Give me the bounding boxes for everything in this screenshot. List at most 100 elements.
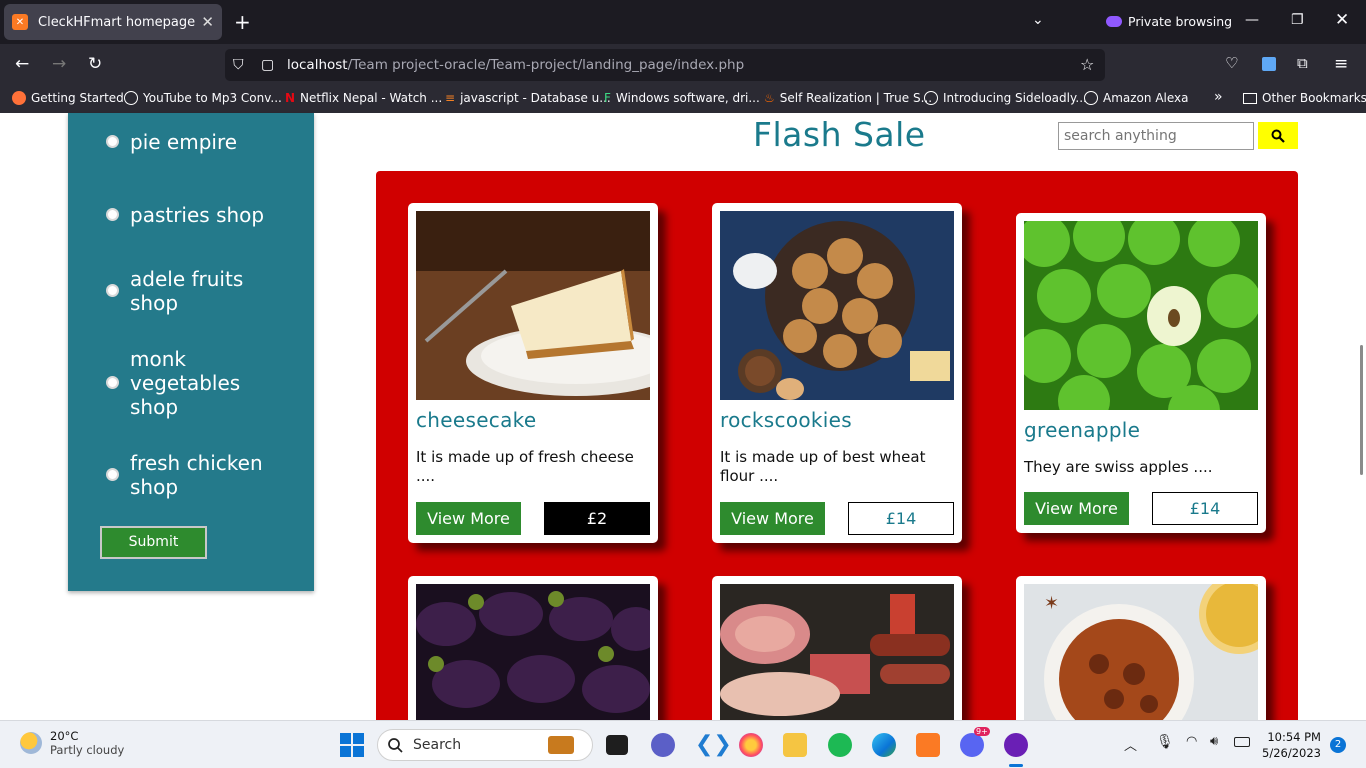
private-mask-icon	[1106, 16, 1122, 27]
radio-button[interactable]	[106, 468, 119, 481]
notification-badge[interactable]: 2	[1330, 737, 1346, 753]
other-bookmarks[interactable]: Other Bookmarks	[1243, 91, 1366, 105]
chat-icon[interactable]	[651, 733, 675, 757]
globe-icon	[1084, 91, 1098, 105]
shop-label: fresh chicken shop	[130, 451, 263, 499]
product-card: cheesecake It is made up of fresh cheese…	[408, 203, 658, 543]
windows-start-icon[interactable]	[340, 733, 364, 757]
stackoverflow-icon: ≡	[445, 91, 456, 105]
bookmark-item[interactable]: Amazon Alexa	[1084, 91, 1188, 105]
show-hidden-icons[interactable]: ︿	[1124, 735, 1137, 754]
softpedia-icon: F	[604, 91, 611, 105]
curry-image[interactable]: ✶	[1024, 584, 1258, 720]
bookmark-label: Getting Started	[31, 91, 124, 105]
meat-image[interactable]	[720, 584, 954, 720]
weather-widget[interactable]: 20°C Partly cloudy	[20, 729, 124, 757]
firefox-icon	[12, 91, 26, 105]
svg-text:✶: ✶	[1044, 593, 1059, 614]
edge-icon[interactable]	[872, 733, 896, 757]
bookmark-item[interactable]: ≡ javascript - Database u...	[445, 91, 611, 105]
private-label: Private browsing	[1128, 14, 1233, 29]
cheesecake-image[interactable]	[416, 211, 650, 400]
bookmark-label: Netflix Nepal - Watch ...	[300, 91, 443, 105]
greenapple-image[interactable]	[1024, 221, 1258, 410]
taskbar-search[interactable]: Search	[377, 729, 593, 761]
product-name[interactable]: rockscookies	[720, 408, 852, 432]
product-card: ✶	[1016, 576, 1266, 736]
taskbar-search-label: Search	[413, 737, 462, 753]
product-name[interactable]: greenapple	[1024, 418, 1140, 442]
firefox-icon[interactable]	[739, 733, 763, 757]
bookmark-item[interactable]: Introducing Sideloadly...	[924, 91, 1087, 105]
window-close-icon[interactable]: ✕	[1335, 10, 1349, 30]
bookmark-item[interactable]: YouTube to Mp3 Conv...	[124, 91, 282, 105]
new-tab-icon[interactable]: +	[234, 10, 251, 34]
more-bookmarks-icon[interactable]: »	[1214, 89, 1223, 105]
file-explorer-icon[interactable]	[783, 733, 807, 757]
briefcase-icon	[548, 736, 574, 754]
minimize-icon[interactable]: —	[1245, 12, 1259, 28]
view-more-button[interactable]: View More	[1024, 492, 1129, 525]
private-browsing-indicator: Private browsing	[1106, 14, 1232, 29]
search-icon	[388, 738, 403, 753]
radio-button[interactable]	[106, 208, 119, 221]
volume-icon[interactable]: 🔊︎	[1210, 734, 1218, 749]
system-clock[interactable]: 10:54 PM 5/26/2023	[1262, 729, 1321, 761]
browser-tab[interactable]: ✕ CleckHFmart homepage ✕	[4, 4, 222, 40]
shop-label: adele fruits shop	[130, 267, 244, 315]
shop-label: pie empire	[130, 130, 238, 154]
list-tabs-icon[interactable]: ⌄	[1032, 12, 1044, 28]
radio-button[interactable]	[106, 376, 119, 389]
bookmark-item[interactable]: N Netflix Nepal - Watch ...	[285, 91, 442, 105]
xampp-icon[interactable]	[916, 733, 940, 757]
spotify-icon[interactable]	[828, 733, 852, 757]
bookmark-item[interactable]: ♨ Self Realization | True S...	[764, 91, 932, 105]
bookmark-label: Amazon Alexa	[1103, 91, 1189, 105]
netflix-icon: N	[285, 91, 296, 105]
shield-icon[interactable]: ⛉	[233, 57, 244, 73]
firefox-private-icon[interactable]	[1004, 733, 1028, 757]
task-view-icon[interactable]	[606, 735, 628, 755]
bookmark-item[interactable]: Getting Started	[12, 91, 124, 105]
url-bar[interactable]: ⛉ ▢ localhost/Team project-oracle/Team-p…	[225, 49, 1105, 81]
weather-temp: 20°C	[50, 729, 79, 743]
restore-icon[interactable]: ❐	[1291, 12, 1304, 28]
product-card: greenapple They are swiss apples .... Vi…	[1016, 213, 1266, 533]
search-button[interactable]	[1258, 122, 1298, 149]
view-more-button[interactable]: View More	[416, 502, 521, 535]
windows-taskbar: 20°C Partly cloudy Search ❮❯ 9+ ︿ 🎙︎ ◠ 🔊︎…	[0, 720, 1366, 768]
close-tab-icon[interactable]: ✕	[201, 13, 214, 31]
bookmark-item[interactable]: F Windows software, dri...	[604, 91, 760, 105]
vscode-icon[interactable]: ❮❯	[695, 733, 732, 757]
price-button[interactable]: £2	[544, 502, 650, 535]
wifi-icon[interactable]: ◠	[1186, 734, 1197, 749]
reload-icon[interactable]: ↻	[88, 54, 102, 74]
battery-icon[interactable]	[1234, 737, 1250, 747]
shop-filter-sidebar: pie empire pastries shop adele fruits sh…	[68, 113, 314, 591]
search-input[interactable]	[1058, 122, 1254, 150]
extension-blue-icon[interactable]	[1262, 57, 1276, 71]
extensions-icon[interactable]: ⧉	[1297, 54, 1308, 72]
radio-button[interactable]	[106, 135, 119, 148]
page-scrollbar[interactable]	[1360, 345, 1363, 475]
microphone-icon[interactable]: 🎙︎	[1156, 734, 1174, 750]
back-icon[interactable]: ←	[15, 54, 29, 74]
forward-icon[interactable]: →	[52, 54, 66, 74]
discord-icon[interactable]: 9+	[960, 727, 990, 757]
price-button[interactable]: £14	[848, 502, 954, 535]
menu-icon[interactable]: ≡	[1334, 54, 1348, 74]
price-button[interactable]: £14	[1152, 492, 1258, 525]
eggplant-image[interactable]	[416, 584, 650, 720]
shop-label: pastries shop	[130, 203, 265, 227]
bookmark-label: YouTube to Mp3 Conv...	[143, 91, 282, 105]
pocket-icon[interactable]: ♡	[1225, 54, 1238, 72]
product-description: They are swiss apples ....	[1024, 458, 1213, 476]
product-name[interactable]: cheesecake	[416, 408, 536, 432]
view-more-button[interactable]: View More	[720, 502, 825, 535]
browser-tab-bar: ✕ CleckHFmart homepage ✕ + ⌄ Private bro…	[0, 0, 1366, 44]
cookies-image[interactable]	[720, 211, 954, 400]
product-description: It is made up of best wheat flour ....	[720, 448, 926, 485]
radio-button[interactable]	[106, 284, 119, 297]
submit-button[interactable]: Submit	[100, 526, 207, 559]
bookmark-star-icon[interactable]: ☆	[1080, 55, 1094, 74]
